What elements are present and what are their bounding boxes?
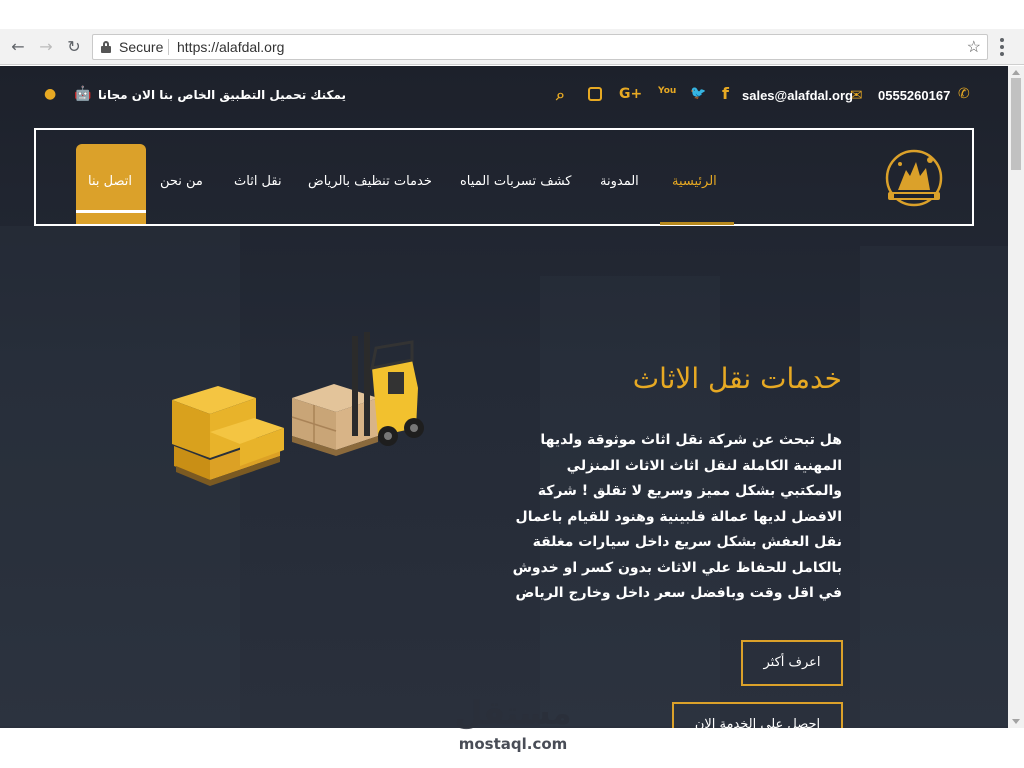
browser-menu-icon[interactable]: [1000, 38, 1004, 56]
search-icon[interactable]: ⌕: [556, 85, 565, 105]
watermark-logo: مستقل: [454, 694, 572, 732]
address-bar[interactable]: Secure https://alafdal.org ☆: [92, 34, 988, 60]
phone-number[interactable]: 0555260167: [878, 88, 950, 103]
page-scrollbar[interactable]: [1008, 66, 1024, 728]
facebook-icon[interactable]: f: [722, 84, 729, 103]
youtube-icon[interactable]: You: [658, 87, 676, 96]
page-content: ✆ 0555260167 ✉ sales@alafdal.org f 🐦 You…: [0, 66, 1008, 728]
nav-item-about[interactable]: من نحن: [160, 174, 203, 189]
secure-label: Secure: [119, 39, 164, 55]
nav-item-leak-detection[interactable]: كشف تسربات المياه: [460, 174, 572, 189]
instagram-icon[interactable]: [588, 87, 602, 101]
moving-boxes-forklift-illustration: [172, 332, 424, 486]
site-logo[interactable]: [884, 146, 948, 212]
scroll-thumb[interactable]: [1011, 78, 1021, 170]
hero-description: هل تبحث عن شركة نقل اثاث موثوقة ولديها ا…: [512, 432, 842, 601]
forward-icon[interactable]: →: [36, 37, 56, 57]
url-text[interactable]: https://alafdal.org: [177, 39, 284, 55]
reload-icon[interactable]: ↻: [64, 37, 84, 57]
nav-item-home[interactable]: الرئيسية: [672, 174, 717, 189]
scroll-down-arrow-icon[interactable]: [1012, 719, 1020, 724]
apple-icon[interactable]: ●: [44, 86, 56, 102]
back-icon[interactable]: ←: [8, 37, 28, 57]
nav-contact-underline: [76, 210, 146, 213]
twitter-icon[interactable]: 🐦: [690, 86, 706, 101]
bookmark-star-icon[interactable]: ☆: [967, 37, 981, 57]
scroll-up-arrow-icon[interactable]: [1012, 70, 1020, 75]
nav-item-cleaning[interactable]: خدمات تنظيف بالرياض: [308, 174, 432, 189]
hero-title: خدمات نقل الاثاث: [632, 362, 842, 395]
phone-icon: ✆: [958, 86, 970, 102]
nav-item-moving[interactable]: نقل اثاث: [234, 174, 282, 189]
browser-tabstrip: [0, 0, 1024, 29]
browser-toolbar: ← → ↻ Secure https://alafdal.org ☆: [0, 29, 1024, 65]
android-icon[interactable]: 🤖: [74, 86, 91, 102]
learn-more-button[interactable]: اعرف أكثر: [741, 640, 843, 686]
google-plus-icon[interactable]: G+: [619, 86, 642, 102]
omnibox-divider: [168, 39, 169, 55]
nav-item-contact[interactable]: اتصل بنا: [88, 174, 132, 189]
nav-item-blog[interactable]: المدونة: [600, 174, 639, 189]
lock-icon: [101, 41, 111, 53]
get-service-button[interactable]: احصل علي الخدمة الان: [672, 702, 843, 728]
background-shape: [860, 246, 1008, 726]
app-download-text: يمكنك تحميل التطبيق الخاص بنا الان مجانا: [98, 88, 347, 102]
watermark-text: mostaql.com: [458, 735, 568, 753]
nav-active-indicator: [660, 222, 734, 225]
email-address[interactable]: sales@alafdal.org: [742, 88, 853, 103]
main-navigation: اتصل بنا من نحن نقل اثاث خدمات تنظيف بال…: [34, 128, 974, 226]
